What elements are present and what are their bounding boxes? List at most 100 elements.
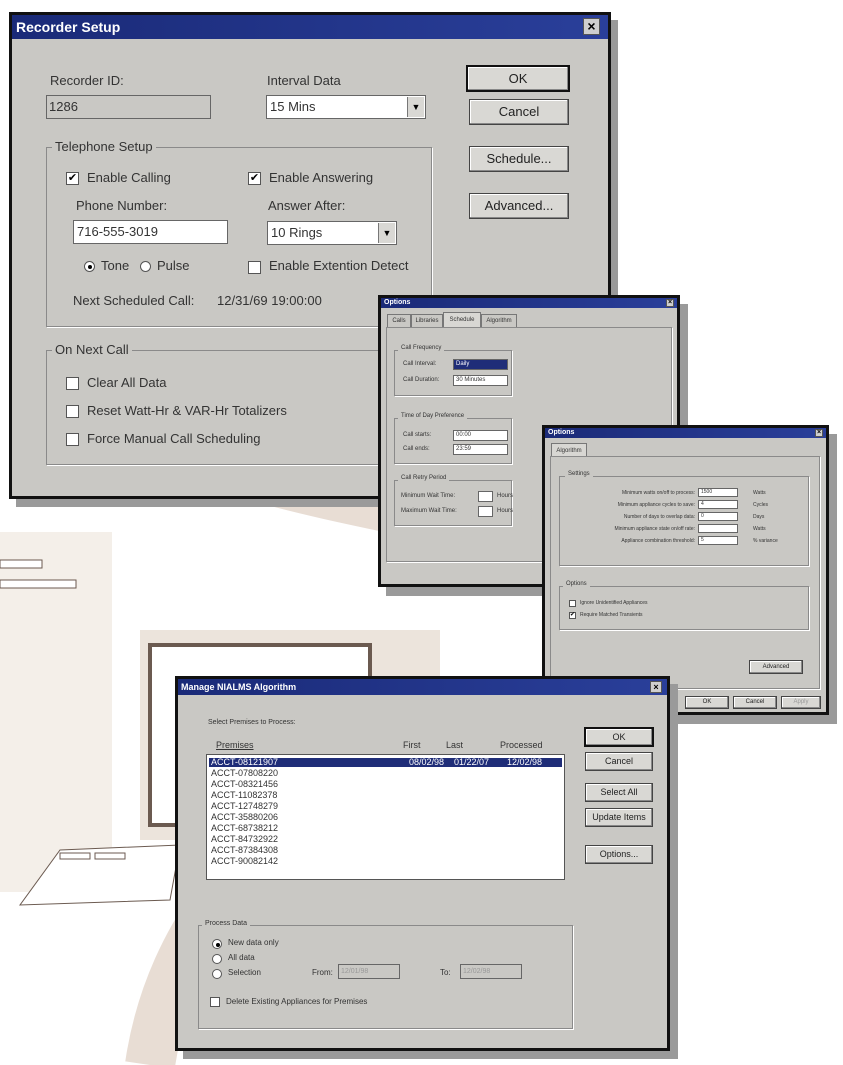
new-data-only-label: New data only bbox=[228, 938, 279, 947]
tab-algorithm[interactable]: Algorithm bbox=[481, 314, 517, 327]
time-of-day-label: Time of Day Preference bbox=[398, 413, 468, 419]
max-wait-unit: Hours bbox=[497, 508, 514, 514]
call-start-input[interactable]: 00:00 bbox=[453, 430, 508, 441]
to-date-input[interactable]: 12/02/98 bbox=[460, 964, 522, 979]
col-first: First bbox=[403, 740, 421, 750]
selection-radio[interactable] bbox=[212, 969, 222, 979]
setting-label: Minimum watts on/off to process: bbox=[622, 490, 695, 496]
pulse-label: Pulse bbox=[157, 258, 190, 273]
answer-after-select[interactable]: 10 Rings ▼ bbox=[267, 221, 397, 245]
delete-existing-checkbox[interactable] bbox=[210, 997, 220, 1007]
setting-input[interactable] bbox=[698, 524, 738, 533]
reset-totalizers-label: Reset Watt-Hr & VAR-Hr Totalizers bbox=[87, 403, 287, 418]
drive-slot-2 bbox=[0, 579, 77, 589]
force-manual-checkbox[interactable] bbox=[66, 433, 79, 446]
recorder-id-field[interactable]: 1286 bbox=[46, 95, 211, 119]
options1-close-button[interactable]: × bbox=[666, 299, 674, 307]
min-wait-unit: Hours bbox=[497, 493, 514, 499]
reset-totalizers-checkbox[interactable] bbox=[66, 405, 79, 418]
ok-button[interactable]: OK bbox=[466, 65, 570, 92]
options2-apply-button[interactable]: Apply bbox=[781, 696, 821, 709]
options2-cancel-button[interactable]: Cancel bbox=[733, 696, 777, 709]
tab-schedule[interactable]: Schedule bbox=[443, 312, 481, 327]
setting-unit: Cycles bbox=[753, 502, 769, 508]
table-row[interactable]: ACCT-90082142 bbox=[209, 857, 562, 866]
all-data-radio[interactable] bbox=[212, 954, 222, 964]
call-retry-label: Call Retry Period bbox=[398, 475, 450, 481]
drive-slot bbox=[0, 559, 43, 569]
premises-list[interactable]: ACCT-08121907 08/02/98 01/22/07 12/02/98… bbox=[206, 754, 565, 880]
options-button[interactable]: Options... bbox=[585, 845, 653, 864]
chevron-down-icon[interactable]: ▼ bbox=[378, 223, 395, 243]
nialms-cancel-button[interactable]: Cancel bbox=[585, 752, 653, 771]
call-interval-select[interactable]: Daily bbox=[453, 359, 508, 370]
setting-label: Minimum appliance state on/off rate: bbox=[614, 526, 695, 532]
tab-libraries[interactable]: Libraries bbox=[411, 314, 443, 327]
cancel-button[interactable]: Cancel bbox=[469, 99, 569, 125]
setting-input[interactable]: 0 bbox=[698, 512, 738, 521]
select-all-button[interactable]: Select All bbox=[585, 783, 653, 802]
nialms-ok-button[interactable]: OK bbox=[584, 727, 654, 747]
table-row[interactable]: ACCT-87384308 bbox=[209, 846, 562, 855]
phone-number-input[interactable]: 716-555-3019 bbox=[73, 220, 228, 244]
options2-ok-button[interactable]: OK bbox=[685, 696, 729, 709]
nialms-close-button[interactable]: × bbox=[650, 681, 662, 693]
ignore-unidentified-checkbox[interactable] bbox=[569, 600, 576, 607]
recorder-title: Recorder Setup bbox=[16, 19, 121, 35]
setting-input[interactable]: 5 bbox=[698, 536, 738, 545]
extension-detect-checkbox[interactable] bbox=[248, 261, 261, 274]
clear-all-data-checkbox[interactable] bbox=[66, 377, 79, 390]
setting-label: Minimum appliance cycles to save: bbox=[617, 502, 695, 508]
interval-data-select[interactable]: 15 Mins ▼ bbox=[266, 95, 426, 119]
row-premises: ACCT-11082378 bbox=[211, 790, 278, 800]
chevron-down-icon[interactable]: ▼ bbox=[407, 97, 424, 117]
schedule-button[interactable]: Schedule... bbox=[469, 146, 569, 172]
clear-all-data-label: Clear All Data bbox=[87, 375, 167, 390]
table-row[interactable]: ACCT-11082378 bbox=[209, 791, 562, 800]
process-data-label: Process Data bbox=[202, 920, 251, 927]
table-row[interactable]: ACCT-68738212 bbox=[209, 824, 562, 833]
enable-answering-checkbox[interactable]: ✔ bbox=[248, 172, 261, 185]
enable-calling-checkbox[interactable]: ✔ bbox=[66, 172, 79, 185]
row-first: 08/02/98 bbox=[409, 757, 445, 767]
call-end-input[interactable]: 23:59 bbox=[453, 444, 508, 455]
call-duration-select[interactable]: 30 Minutes bbox=[453, 375, 508, 386]
tab-calls[interactable]: Calls bbox=[387, 314, 411, 327]
table-row[interactable]: ACCT-08121907 08/02/98 01/22/07 12/02/98 bbox=[209, 758, 562, 767]
delete-existing-label: Delete Existing Appliances for Premises bbox=[226, 997, 368, 1006]
setting-input[interactable]: 1500 bbox=[698, 488, 738, 497]
next-call-value: 12/31/69 19:00:00 bbox=[217, 293, 322, 308]
options2-title: Options bbox=[548, 429, 575, 436]
pulse-radio[interactable] bbox=[140, 261, 151, 272]
min-wait-input[interactable] bbox=[478, 491, 493, 502]
options2-advanced-button[interactable]: Advanced bbox=[749, 660, 803, 674]
table-row[interactable]: ACCT-12748279 bbox=[209, 802, 562, 811]
col-last: Last bbox=[446, 740, 464, 750]
force-manual-label: Force Manual Call Scheduling bbox=[87, 431, 261, 446]
call-duration-label: Call Duration: bbox=[403, 377, 440, 383]
options-group-label: Options bbox=[563, 581, 590, 587]
require-matched-checkbox[interactable]: ✔ bbox=[569, 612, 576, 619]
update-items-button[interactable]: Update Items bbox=[585, 808, 653, 827]
min-wait-label: Minimum Wait Time: bbox=[401, 493, 456, 499]
table-row[interactable]: ACCT-35880206 bbox=[209, 813, 562, 822]
table-row[interactable]: ACCT-84732922 bbox=[209, 835, 562, 844]
max-wait-input[interactable] bbox=[478, 506, 493, 517]
advanced-button[interactable]: Advanced... bbox=[469, 193, 569, 219]
answer-after-value: 10 Rings bbox=[271, 225, 323, 240]
tab-algorithm-2[interactable]: Algorithm bbox=[551, 443, 587, 457]
from-date-input[interactable]: 12/01/98 bbox=[338, 964, 400, 979]
enable-calling-label: Enable Calling bbox=[87, 170, 171, 185]
tone-radio[interactable] bbox=[84, 261, 95, 272]
new-data-only-radio[interactable] bbox=[212, 939, 222, 949]
tone-label: Tone bbox=[101, 258, 130, 273]
table-row[interactable]: ACCT-07808220 bbox=[209, 769, 562, 778]
table-row[interactable]: ACCT-08321456 bbox=[209, 780, 562, 789]
to-label: To: bbox=[440, 968, 451, 977]
row-premises: ACCT-87384308 bbox=[211, 845, 279, 855]
col-premises: Premises bbox=[216, 740, 254, 750]
recorder-close-button[interactable]: × bbox=[583, 18, 600, 35]
setting-unit: Days bbox=[753, 514, 765, 520]
options2-close-button[interactable]: × bbox=[815, 429, 823, 437]
setting-input[interactable]: 4 bbox=[698, 500, 738, 509]
